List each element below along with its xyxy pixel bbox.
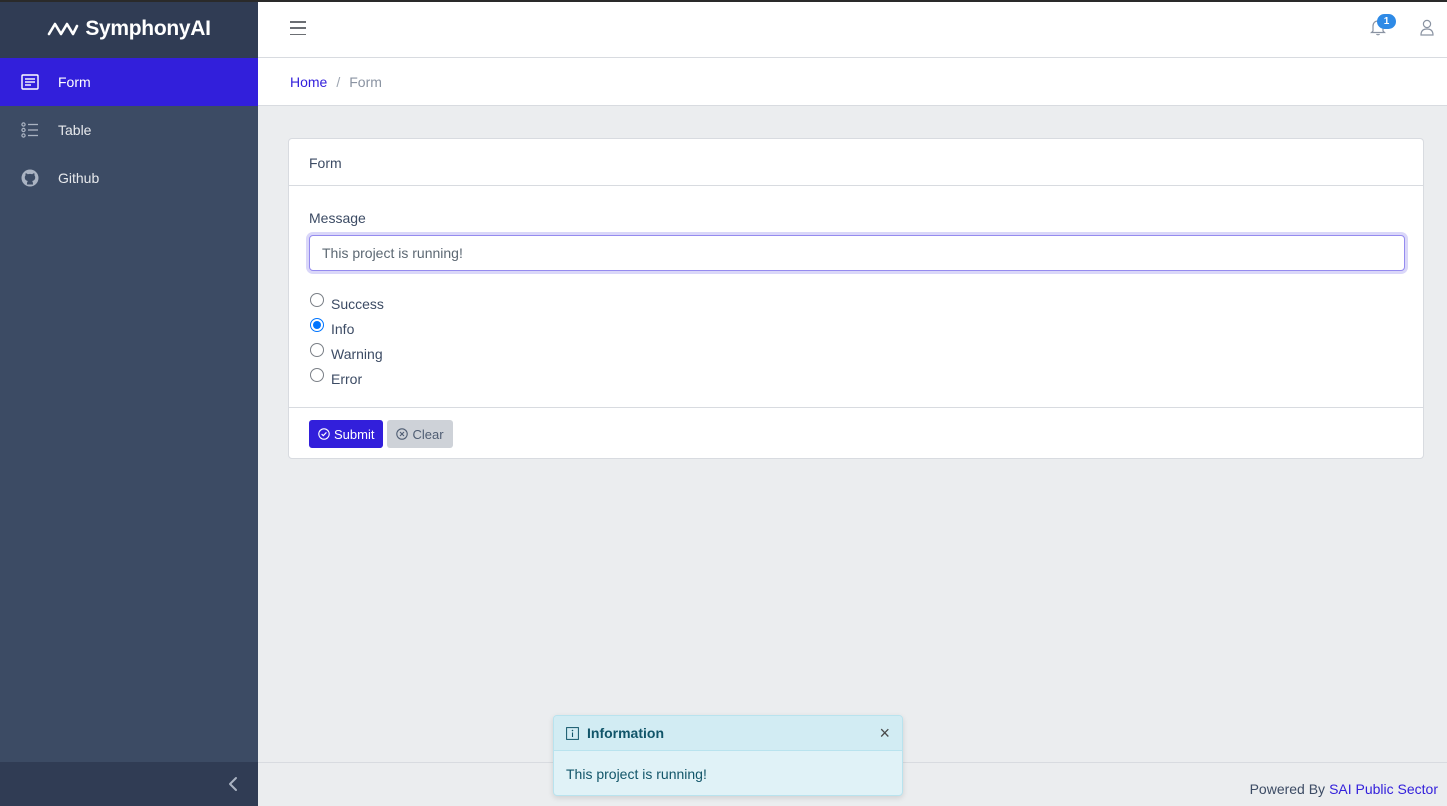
- radio-label: Success: [331, 295, 384, 312]
- radio-success[interactable]: Success: [309, 289, 1403, 314]
- radio-button[interactable]: [310, 342, 324, 357]
- top-header: 1: [258, 0, 1447, 58]
- breadcrumb-current: Form: [349, 73, 382, 90]
- chevron-left-icon: [229, 777, 237, 791]
- user-icon[interactable]: [1419, 18, 1435, 36]
- card-footer: Submit Clear: [289, 407, 1423, 459]
- radio-label: Info: [331, 320, 355, 337]
- sidebar-item-label: Form: [58, 74, 91, 90]
- sidebar-item-github[interactable]: Github: [0, 154, 258, 202]
- radio-info[interactable]: Info: [309, 314, 1403, 339]
- footer-link[interactable]: SAI Public Sector: [1329, 781, 1438, 797]
- card-title: Form: [289, 139, 1423, 186]
- close-icon[interactable]: ×: [879, 724, 890, 742]
- severity-radio-group: Success Info Warning Error: [309, 289, 1403, 389]
- card-body: Message Success Info Warning Error: [289, 186, 1423, 407]
- window-top-border: [0, 0, 1447, 2]
- github-icon: [20, 168, 40, 188]
- submit-button[interactable]: Submit: [309, 420, 384, 448]
- toast-title: Information: [587, 725, 664, 741]
- message-input[interactable]: [309, 235, 1405, 271]
- form-icon: [20, 72, 40, 92]
- info-icon: [566, 726, 579, 740]
- breadcrumb-home-link[interactable]: Home: [290, 74, 327, 90]
- info-toast: Information × This project is running!: [553, 715, 903, 796]
- breadcrumb: Home / Form: [258, 58, 1447, 106]
- check-circle-icon: [318, 428, 330, 440]
- toast-header: Information ×: [554, 716, 902, 751]
- radio-button[interactable]: [310, 292, 324, 307]
- sidebar-item-table[interactable]: Table: [0, 106, 258, 154]
- radio-button[interactable]: [310, 317, 324, 332]
- sidebar-minimize-button[interactable]: [0, 762, 258, 806]
- message-label: Message: [309, 210, 366, 226]
- radio-label: Warning: [331, 345, 383, 362]
- notification-badge: 1: [1377, 14, 1396, 29]
- list-icon: [20, 120, 40, 140]
- clear-label: Clear: [412, 426, 444, 442]
- radio-error[interactable]: Error: [309, 364, 1403, 389]
- brand-name: SymphonyAI: [85, 17, 211, 40]
- sidebar: SymphonyAI Form Table Github: [0, 0, 258, 806]
- breadcrumb-separator: /: [336, 73, 341, 90]
- submit-label: Submit: [334, 426, 375, 442]
- sidebar-item-label: Github: [58, 170, 100, 186]
- toast-message: This project is running!: [566, 766, 707, 782]
- symphonyai-logo-icon: [48, 22, 79, 36]
- radio-warning[interactable]: Warning: [309, 339, 1403, 364]
- x-circle-icon: [396, 428, 409, 440]
- sidebar-item-form[interactable]: Form: [0, 58, 258, 106]
- brand-logo[interactable]: SymphonyAI: [0, 0, 258, 58]
- form-card: Form Message Success Info Warning Error: [288, 138, 1424, 459]
- footer-prefix: Powered By: [1249, 780, 1326, 797]
- radio-label: Error: [331, 370, 363, 387]
- radio-button[interactable]: [310, 367, 324, 382]
- menu-toggle-icon[interactable]: [290, 18, 306, 38]
- clear-button[interactable]: Clear: [387, 420, 453, 448]
- sidebar-item-label: Table: [58, 122, 92, 138]
